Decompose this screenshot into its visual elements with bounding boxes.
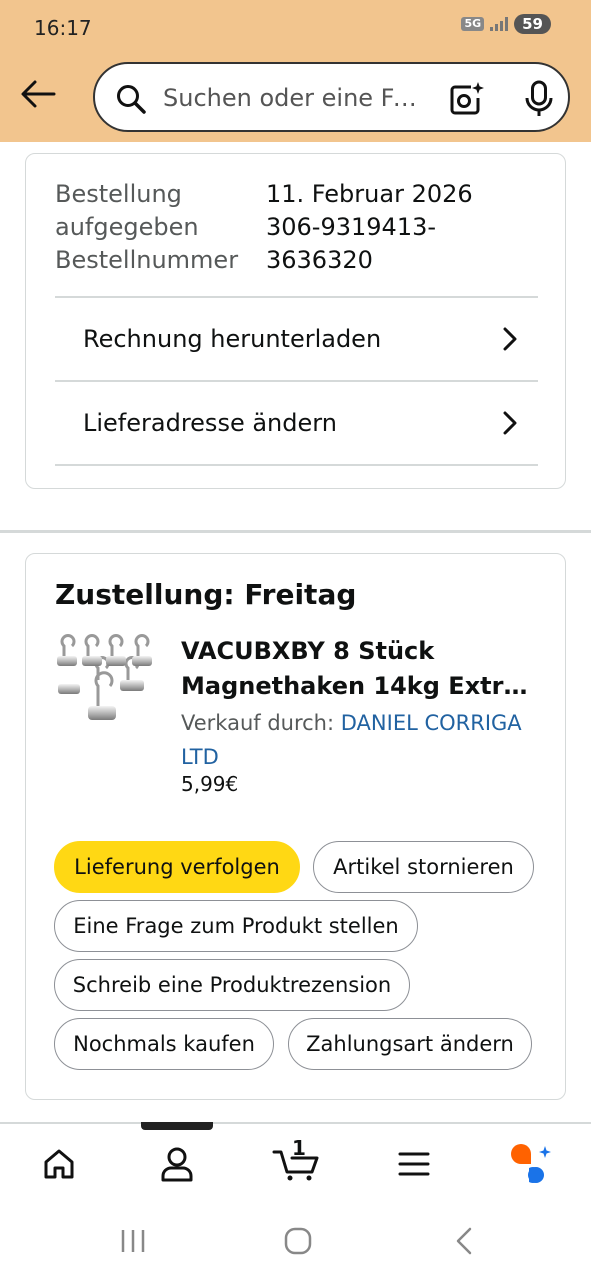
chevron-left-icon [456,1227,472,1255]
cancel-item-button[interactable]: Artikel stornieren [313,841,534,893]
order-labels: Bestellung aufgegeben Bestellnummer [55,178,238,277]
menu-icon [398,1152,430,1176]
product-title-line-1: VACUBXBY 8 Stück [181,637,435,665]
order-info-card: Bestellung aufgegeben Bestellnummer 11. … [25,153,566,489]
download-invoice-link[interactable]: Rechnung herunterladen [55,296,538,380]
seller-prefix: Verkauf durch: [181,711,341,735]
ask-question-button[interactable]: Eine Frage zum Produkt stellen [54,900,418,952]
recent-apps-button[interactable] [113,1224,153,1258]
search-input[interactable]: Suchen oder eine Fr… [163,84,425,112]
camera-search-icon[interactable] [447,80,485,118]
home-system-button[interactable] [278,1224,318,1258]
product-title[interactable]: VACUBXBY 8 Stück Magnethaken 14kg Extra … [181,634,541,704]
app-header: 16:17 5G 59 Suchen oder eine Fr… [0,0,591,142]
status-time: 16:17 [34,16,92,40]
product-title-line-2: Magnethaken 14kg Extra S… [181,672,541,700]
recent-apps-icon [121,1230,145,1252]
back-system-button[interactable] [444,1224,484,1258]
status-icons: 5G 59 [461,14,551,34]
arrow-left-icon [21,80,56,108]
home-circle-icon [284,1227,312,1255]
order-number-label: Bestellnummer [55,246,239,274]
track-delivery-button[interactable]: Lieferung verfolgen [54,841,300,893]
order-date-value: 11. Februar 2026 [266,180,473,208]
change-payment-button[interactable]: Zahlungsart ändern [288,1018,532,1070]
order-date-label-1: Bestellung [55,180,182,208]
bottom-nav: 1 [0,1124,591,1200]
divider [55,464,538,466]
buy-again-button[interactable]: Nochmals kaufen [54,1018,274,1070]
status-bar: 16:17 5G 59 [0,0,591,56]
rufus-icon [511,1144,551,1183]
product-image[interactable] [54,634,158,734]
nav-home[interactable] [35,1142,83,1186]
microphone-icon[interactable] [523,80,555,118]
download-invoice-label: Rechnung herunterladen [83,325,382,353]
network-badge: 5G [461,17,485,31]
order-date-label-2: aufgegeben [55,213,199,241]
cart-count: 1 [292,1136,306,1160]
change-address-label: Lieferadresse ändern [83,409,337,437]
product-price: 5,99€ [181,772,239,796]
change-address-link[interactable]: Lieferadresse ändern [55,380,538,464]
section-divider [0,530,591,533]
write-review-button[interactable]: Schreib eine Produktrezension [54,959,410,1011]
nav-active-indicator [141,1122,213,1130]
order-number-value-2: 3636320 [266,246,373,274]
back-button[interactable] [16,74,60,114]
nav-account[interactable] [153,1142,201,1186]
delivery-title: Zustellung: Freitag [55,578,357,611]
search-bar[interactable]: Suchen oder eine Fr… [93,62,570,132]
chevron-right-icon [503,411,517,435]
home-icon [44,1149,74,1179]
nav-cart[interactable]: 1 [270,1136,322,1186]
nav-rufus[interactable] [506,1142,554,1186]
seller-info: Verkauf durch: DANIEL CORRIGA LTD [181,706,541,774]
order-values: 11. Februar 2026 306-9319413- 3636320 [266,178,473,277]
account-icon [161,1147,193,1182]
signal-icon [490,17,509,31]
order-number-value-1: 306-9319413- [266,213,437,241]
system-nav [0,1200,591,1280]
chevron-right-icon [503,327,517,351]
nav-menu[interactable] [390,1142,438,1186]
search-icon [117,85,146,114]
delivery-card: Zustellung: Freitag VACUBXBY 8 Stück Mag… [25,553,566,1100]
battery-badge: 59 [514,14,551,34]
